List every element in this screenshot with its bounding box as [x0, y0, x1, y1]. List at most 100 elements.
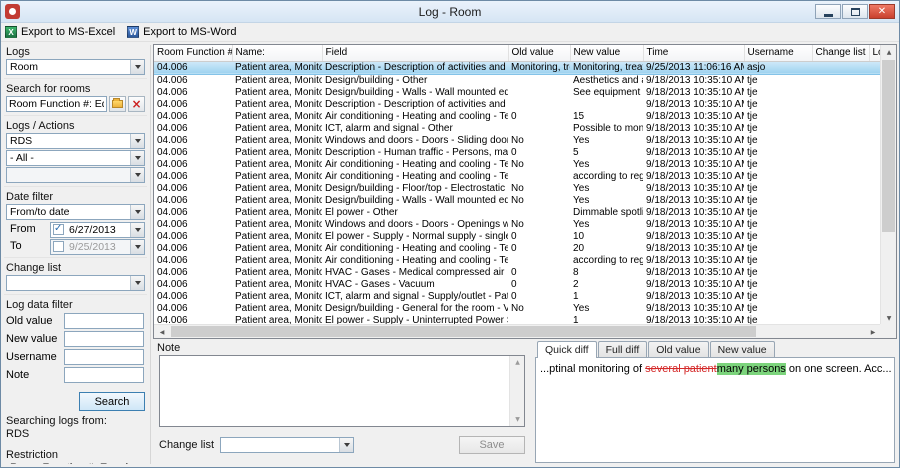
chevron-down-icon[interactable] — [130, 205, 144, 219]
chevron-down-icon[interactable] — [130, 276, 144, 290]
room-search-input[interactable] — [6, 96, 107, 112]
diff-panel: Quick diff Full diff Old value New value… — [535, 341, 895, 463]
from-checkbox[interactable] — [53, 224, 64, 235]
chevron-down-icon[interactable] — [130, 223, 144, 237]
note-textarea[interactable] — [160, 356, 509, 426]
table-row[interactable]: 04.006Patient area, MonitoringAir condit… — [154, 111, 881, 123]
tab-old-value[interactable]: Old value — [648, 341, 708, 358]
from-date-picker[interactable]: 6/27/2013 — [50, 222, 145, 238]
chevron-down-icon[interactable] — [130, 151, 144, 165]
chevron-down-icon[interactable] — [130, 240, 144, 254]
column-header[interactable]: Room Function #: — [154, 45, 232, 61]
logs-select-value: Room — [7, 61, 130, 73]
note-change-list-select[interactable] — [220, 437, 354, 453]
tab-new-value[interactable]: New value — [710, 341, 775, 358]
scroll-down-icon[interactable]: ▼ — [881, 311, 897, 325]
table-row[interactable]: 04.006Patient area, MonitoringDescriptio… — [154, 99, 881, 111]
scroll-up-icon[interactable]: ▲ — [881, 45, 897, 59]
table-cell: Description - Human traffic - Persons, m… — [322, 147, 508, 159]
table-cell: tje — [744, 111, 812, 123]
to-date-value: 9/25/2013 — [66, 241, 130, 253]
table-row[interactable]: 04.006Patient area, MonitoringAir condit… — [154, 255, 881, 267]
table-row[interactable]: 04.006Patient area, MonitoringWindows an… — [154, 135, 881, 147]
note-box: ▲ ▼ — [159, 355, 525, 427]
table-cell: tje — [744, 74, 812, 87]
old-value-filter-input[interactable] — [64, 313, 144, 329]
horizontal-scroll-thumb[interactable] — [171, 326, 756, 337]
username-filter-input[interactable] — [64, 349, 144, 365]
log-table-body: 04.006Patient area, MonitoringDescriptio… — [154, 61, 881, 325]
maximize-button[interactable] — [842, 4, 868, 19]
tab-quick-diff[interactable]: Quick diff — [537, 341, 597, 358]
table-cell: Design/building - Walls - Wall mounted e… — [322, 195, 508, 207]
column-header[interactable]: Field — [322, 45, 508, 61]
table-row[interactable]: 04.006Patient area, MonitoringICT, alarm… — [154, 123, 881, 135]
to-date-picker[interactable]: 9/25/2013 — [50, 239, 145, 255]
table-row[interactable]: 04.006Patient area, MonitoringAir condit… — [154, 159, 881, 171]
column-header[interactable]: Time — [643, 45, 744, 61]
scroll-left-icon[interactable]: ◀ — [154, 325, 170, 339]
table-row[interactable]: 04.006Patient area, MonitoringWindows an… — [154, 219, 881, 231]
tab-full-diff[interactable]: Full diff — [598, 341, 648, 358]
vertical-scroll-thumb[interactable] — [882, 60, 895, 232]
note-filter-input[interactable] — [64, 367, 144, 383]
column-header[interactable]: Name: — [232, 45, 322, 61]
log-source-select[interactable]: RDS — [6, 133, 145, 149]
export-word-label: Export to MS-Word — [143, 26, 236, 38]
table-cell — [812, 111, 869, 123]
searching-logs-value: RDS — [6, 428, 145, 441]
export-excel-button[interactable]: X Export to MS-Excel — [5, 26, 115, 38]
save-button[interactable]: Save — [459, 436, 525, 454]
vertical-scrollbar[interactable]: ▲ ▼ — [880, 45, 896, 325]
browse-rooms-button[interactable] — [109, 96, 126, 112]
column-header[interactable]: Change list — [812, 45, 869, 61]
column-header[interactable]: Old value — [508, 45, 570, 61]
chevron-down-icon[interactable] — [130, 168, 144, 182]
chevron-down-icon[interactable] — [339, 438, 353, 452]
table-cell: Design/building - Other — [322, 74, 508, 87]
table-row[interactable]: 04.006Patient area, MonitoringHVAC - Gas… — [154, 267, 881, 279]
table-row[interactable]: 04.006Patient area, MonitoringEl power -… — [154, 207, 881, 219]
scroll-right-icon[interactable]: ▶ — [865, 325, 881, 339]
app-icon — [5, 4, 20, 19]
to-checkbox[interactable] — [53, 241, 64, 252]
horizontal-scrollbar[interactable]: ◀ ▶ — [154, 324, 881, 338]
table-row[interactable]: 04.006Patient area, MonitoringDescriptio… — [154, 147, 881, 159]
table-row[interactable]: 04.006Patient area, MonitoringDescriptio… — [154, 61, 881, 74]
chevron-down-icon[interactable] — [130, 60, 144, 74]
column-header[interactable]: New value — [570, 45, 643, 61]
table-row[interactable]: 04.006Patient area, MonitoringAir condit… — [154, 243, 881, 255]
maximize-icon — [851, 8, 860, 16]
table-row[interactable]: 04.006Patient area, MonitoringAir condit… — [154, 171, 881, 183]
export-word-button[interactable]: W Export to MS-Word — [127, 26, 236, 38]
sub-action-select[interactable] — [6, 167, 145, 183]
table-cell: Patient area, Monitoring — [232, 255, 322, 267]
clear-room-filter-button[interactable]: × — [128, 96, 145, 112]
table-row[interactable]: 04.006Patient area, MonitoringDesign/bui… — [154, 195, 881, 207]
table-row[interactable]: 04.006Patient area, MonitoringDesign/bui… — [154, 74, 881, 87]
minimize-button[interactable] — [815, 4, 841, 19]
scroll-up-icon[interactable]: ▲ — [510, 356, 525, 369]
new-value-filter-input[interactable] — [64, 331, 144, 347]
table-row[interactable]: 04.006Patient area, MonitoringDesign/bui… — [154, 183, 881, 195]
table-cell: 04.006 — [154, 291, 232, 303]
table-cell: tje — [744, 207, 812, 219]
change-list-select[interactable] — [6, 275, 145, 291]
logs-select[interactable]: Room — [6, 59, 145, 75]
date-filter-select[interactable]: From/to date — [6, 204, 145, 220]
table-row[interactable]: 04.006Patient area, MonitoringICT, alarm… — [154, 291, 881, 303]
table-cell: 0 — [508, 147, 570, 159]
table-cell: Patient area, Monitoring — [232, 171, 322, 183]
action-select[interactable]: - All - — [6, 150, 145, 166]
table-row[interactable]: 04.006Patient area, MonitoringDesign/bui… — [154, 87, 881, 99]
table-row[interactable]: 04.006Patient area, MonitoringDesign/bui… — [154, 303, 881, 315]
table-cell: Patient area, Monitoring — [232, 207, 322, 219]
scroll-down-icon[interactable]: ▼ — [510, 413, 525, 426]
column-header[interactable]: Username — [744, 45, 812, 61]
note-scrollbar[interactable]: ▲ ▼ — [509, 356, 524, 426]
table-row[interactable]: 04.006Patient area, MonitoringEl power -… — [154, 231, 881, 243]
search-button[interactable]: Search — [79, 392, 145, 411]
table-row[interactable]: 04.006Patient area, MonitoringHVAC - Gas… — [154, 279, 881, 291]
chevron-down-icon[interactable] — [130, 134, 144, 148]
close-button[interactable]: ✕ — [869, 4, 895, 19]
